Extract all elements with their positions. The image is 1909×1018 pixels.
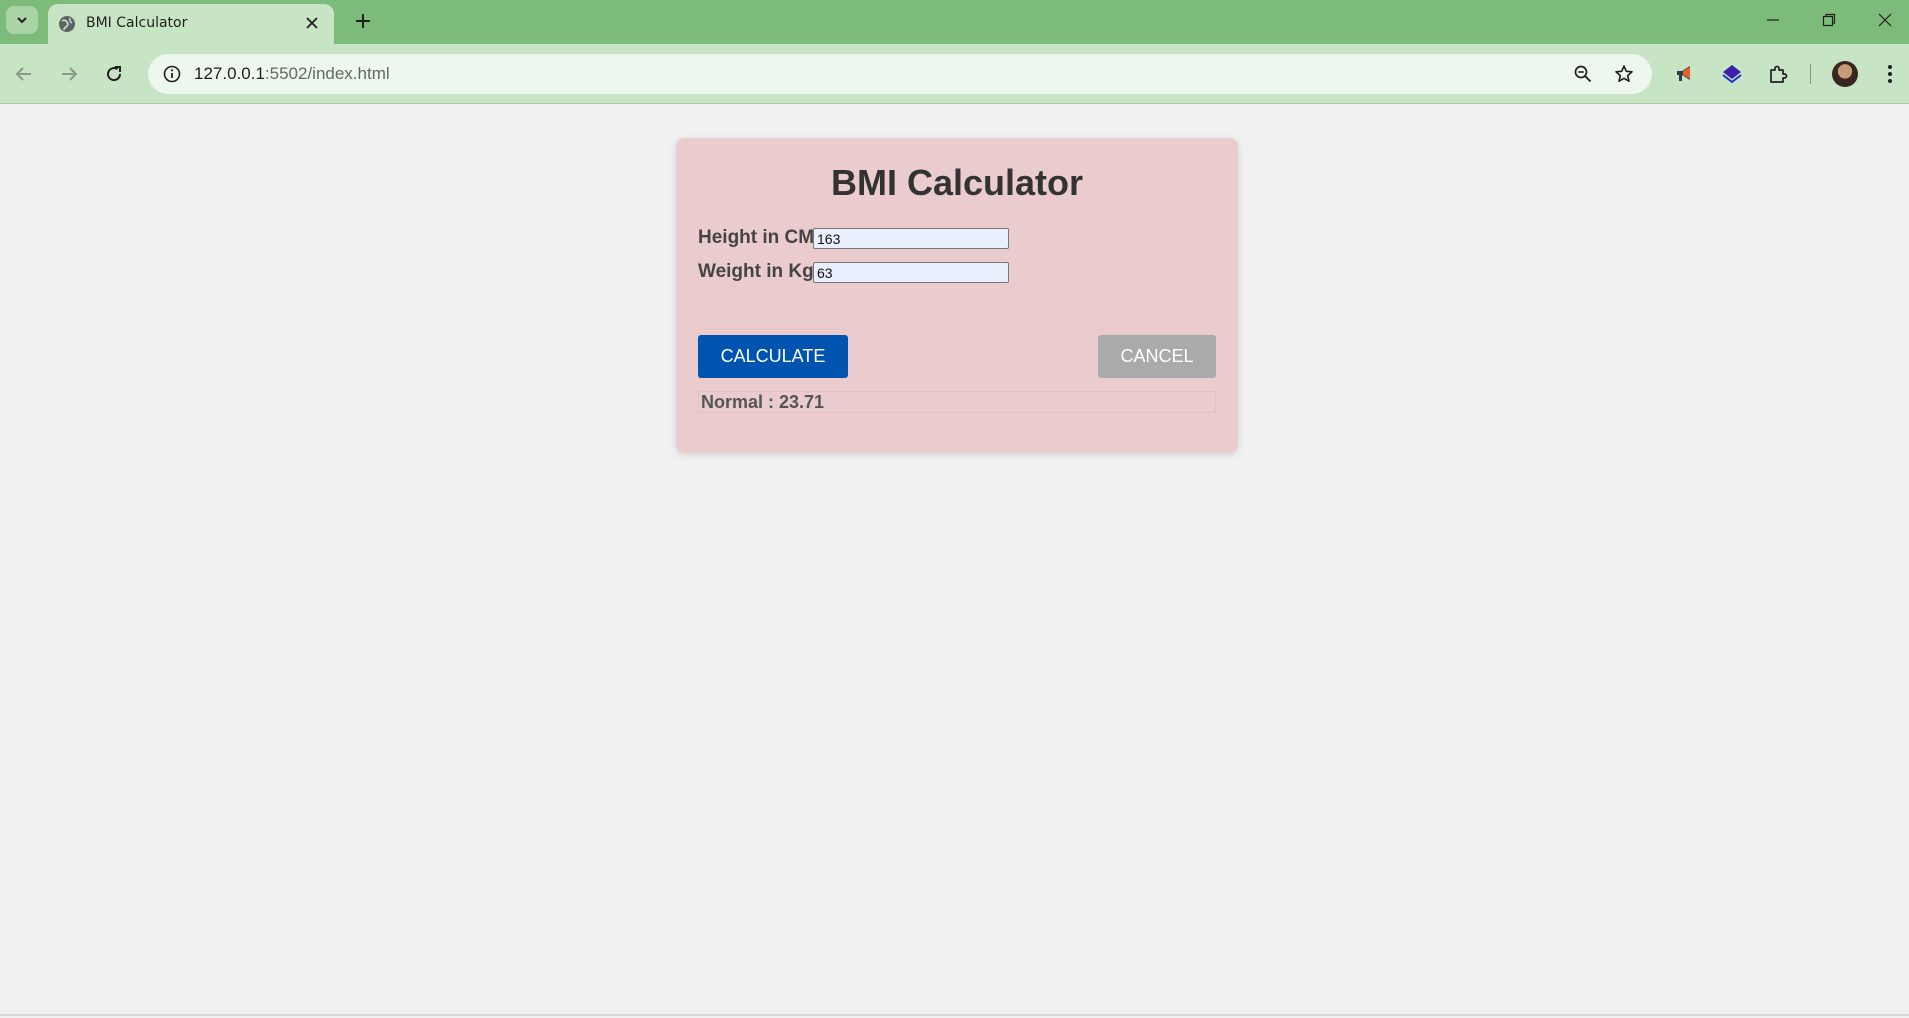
star-icon (1615, 65, 1633, 82)
minimize-icon (1767, 19, 1779, 21)
window-bottom-border (0, 1014, 1909, 1016)
height-input[interactable] (813, 228, 1009, 249)
cancel-button[interactable]: CANCEL (1098, 335, 1216, 378)
restore-icon (1822, 13, 1836, 27)
plus-icon (356, 14, 370, 28)
puzzle-icon (1770, 65, 1788, 83)
page-title: BMI Calculator (830, 162, 1084, 203)
new-tab-button[interactable] (350, 8, 376, 34)
weight-input[interactable] (813, 262, 1009, 283)
reload-icon (107, 66, 122, 82)
result-output: Normal : 23.71 (698, 391, 1216, 413)
extension-layers-icon (1722, 65, 1742, 84)
extensions-button[interactable] (1762, 58, 1794, 90)
tab-bmi-calculator[interactable]: BMI Calculator (48, 4, 334, 44)
url-path: :5502/index.html (264, 64, 390, 83)
chevron-down-icon (17, 17, 27, 24)
tab-strip: BMI Calculator (0, 0, 1909, 44)
megaphone-icon (1677, 66, 1690, 81)
address-bar[interactable]: 127.0.0.1:5502/index.html (148, 54, 1652, 94)
calculate-button[interactable]: CALCULATE (698, 335, 848, 378)
extension-layers[interactable] (1716, 58, 1748, 90)
back-icon (15, 67, 31, 81)
forward-icon (62, 67, 78, 81)
profile-avatar[interactable] (1832, 61, 1858, 87)
tab-search-button[interactable] (6, 6, 38, 34)
globe-icon (59, 16, 75, 32)
page-viewport: BMI Calculator Height in CM Weight in Kg… (0, 105, 1909, 1015)
kebab-menu-icon (1888, 65, 1892, 83)
url-host: 127.0.0.1 (194, 64, 265, 83)
bookmark-button[interactable] (1610, 60, 1638, 88)
extension-megaphone[interactable] (1670, 58, 1702, 90)
browser-menu-button[interactable] (1874, 58, 1906, 90)
zoom-out-icon (1574, 65, 1592, 83)
forward-button[interactable] (53, 58, 85, 90)
back-button[interactable] (8, 58, 40, 90)
height-label: Height in CM (698, 227, 815, 248)
site-info-button[interactable] (158, 60, 186, 88)
restore-button[interactable] (1806, 6, 1852, 34)
close-window-button[interactable] (1862, 6, 1908, 34)
url-text: 127.0.0.1:5502/index.html (194, 64, 390, 84)
tab-close-button[interactable] (302, 13, 322, 33)
browser-toolbar: 127.0.0.1:5502/index.html (0, 44, 1909, 104)
zoom-button[interactable] (1569, 60, 1597, 88)
minimize-button[interactable] (1750, 6, 1796, 34)
toolbar-divider (1810, 64, 1811, 84)
close-icon (306, 17, 318, 29)
site-info-icon (163, 65, 181, 83)
bmi-card: BMI Calculator Height in CM Weight in Kg… (676, 138, 1238, 453)
close-window-icon (1878, 13, 1892, 27)
weight-label: Weight in Kg (698, 261, 814, 282)
tab-title: BMI Calculator (86, 15, 188, 31)
reload-button[interactable] (98, 58, 130, 90)
